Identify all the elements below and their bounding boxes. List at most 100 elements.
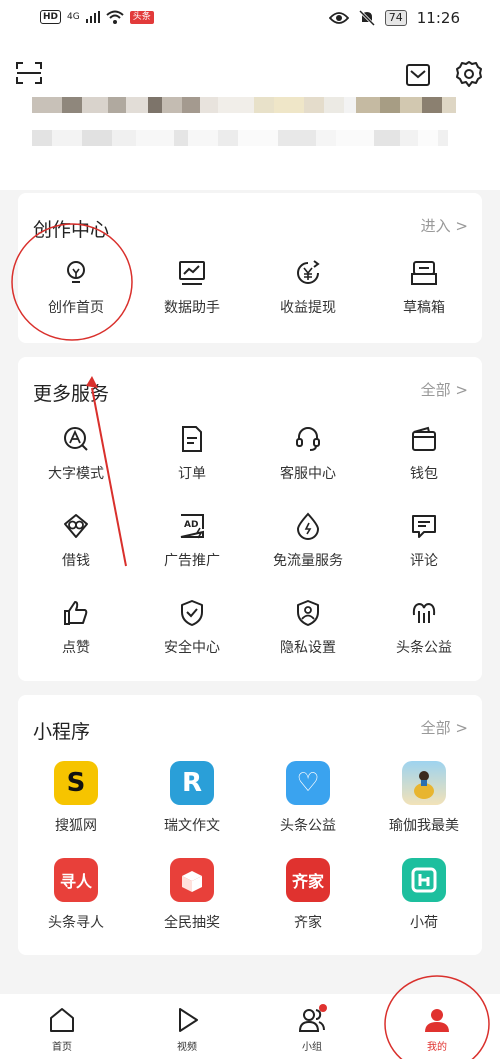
wifi-icon [106,10,124,24]
grid-item-label: 钱包 [410,466,438,482]
bulb-icon [67,261,85,283]
clock-time: 11:26 [416,9,460,27]
tab-label: 我的 [427,1042,447,1053]
grid-item-ad-promotion[interactable]: AD 广告推广 [134,512,250,570]
mini-program-label: 瑞文作文 [164,818,220,834]
mini-program-toutiao-find-person[interactable]: 寻人 头条寻人 [18,858,134,932]
grid-item-privacy-settings[interactable]: 隐私设置 [250,599,366,657]
grid-item-label: 订单 [178,466,206,482]
mini-program-label: 瑜伽我最美 [389,818,459,834]
chart-icon [179,261,205,285]
app-tag-badge: 头条 [129,10,154,24]
grid-item-security-center[interactable]: 安全中心 [134,599,250,657]
mini-programs-card: 小程序 全部 > S 搜狐网 R 瑞文作文 ♡ 头条公益 瑜伽我最美 寻人 头条… [18,695,482,955]
svg-text:AD: AD [184,520,198,530]
tab-home[interactable]: 首页 [17,1006,107,1053]
grid-item-label: 头条公益 [396,640,452,656]
data-drop-icon [296,512,320,540]
grid-item-label: 大字模式 [48,466,104,482]
network-indicator: 4G [67,12,80,22]
ruiwen-app-icon: R [170,761,214,805]
grid-item-label: 安全中心 [164,640,220,656]
mini-program-ruiwen[interactable]: R 瑞文作文 [134,761,250,835]
mini-program-label: 头条寻人 [48,915,104,931]
mini-program-toutiao-charity[interactable]: ♡ 头条公益 [250,761,366,835]
grid-item-customer-service[interactable]: 客服中心 [250,425,366,483]
shield-icon [181,600,203,626]
draft-icon [411,261,437,285]
grid-item-label: 创作首页 [48,300,104,316]
blurred-profile-info [32,97,456,113]
comment-icon [412,515,436,538]
mini-program-label: 头条公益 [280,818,336,834]
grid-item-earnings-withdraw[interactable]: 收益提现 [250,259,366,317]
tab-mine[interactable]: 我的 [392,1006,482,1053]
grid-item-large-font[interactable]: 大字模式 [18,425,134,483]
grid-item-charity[interactable]: 头条公益 [366,599,482,657]
mini-program-label: 齐家 [294,915,322,931]
ad-icon: AD [180,514,204,539]
grid-item-label: 借钱 [62,553,90,569]
creator-center-enter-link[interactable]: 进入 > [421,215,468,236]
notification-dot [319,1004,327,1012]
grid-item-creator-home[interactable]: 创作首页 [18,259,134,317]
mini-program-xiaohe[interactable]: 小荷 [366,858,482,932]
mail-icon[interactable] [405,62,431,88]
grid-item-label: 免流量服务 [273,553,343,569]
mini-program-sohu[interactable]: S 搜狐网 [18,761,134,835]
more-services-title: 更多服务 [33,383,110,405]
large-font-icon [64,427,88,451]
mini-program-lottery[interactable]: 全民抽奖 [134,858,250,932]
grid-item-label: 评论 [410,553,438,569]
grid-item-label: 隐私设置 [280,640,336,656]
order-icon [182,426,202,452]
grid-item-label: 草稿箱 [403,300,445,316]
grid-item-drafts[interactable]: 草稿箱 [366,259,482,317]
status-bar: HD 4G 头条 74 11:26 [0,0,500,40]
grid-item-wallet[interactable]: 钱包 [366,425,482,483]
grid-item-likes[interactable]: 点赞 [18,599,134,657]
sohu-app-icon: S [54,761,98,805]
mini-program-yoga[interactable]: 瑜伽我最美 [366,761,482,835]
grid-item-label: 收益提现 [280,300,336,316]
mini-program-label: 小荷 [410,915,438,931]
bottom-tab-bar: 首页 视频 小组 我的 [0,994,500,1059]
mute-bell-icon [358,10,375,26]
person-icon [425,1009,449,1032]
status-left: HD 4G 头条 [40,10,154,24]
grid-item-label: 数据助手 [164,300,220,316]
grid-item-label: 广告推广 [164,553,220,569]
grid-item-orders[interactable]: 订单 [134,425,250,483]
signal-icon [85,11,100,23]
qijia-app-icon: 齐家 [286,858,330,902]
tab-label: 小组 [302,1042,322,1053]
mini-program-qijia[interactable]: 齐家 齐家 [250,858,366,932]
yoga-app-icon [402,761,446,805]
creator-center-title: 创作中心 [33,219,110,241]
scan-icon[interactable] [16,62,42,84]
tab-group[interactable]: 小组 [267,1004,357,1053]
gear-icon[interactable] [455,60,483,88]
more-services-all-link[interactable]: 全部 > [421,379,468,400]
more-services-card: 更多服务 全部 > 大字模式 订单 客服中心 钱包 借钱 AD 广告推广 免流量… [18,357,482,681]
loan-icon [64,514,88,538]
grid-item-borrow[interactable]: 借钱 [18,512,134,570]
privacy-icon [297,600,319,626]
mini-programs-title: 小程序 [33,721,91,743]
status-right: 74 11:26 [328,9,460,27]
yuan-icon [297,260,320,284]
grid-item-label: 点赞 [62,640,90,656]
grid-item-comments[interactable]: 评论 [366,512,482,570]
heart-app-icon: ♡ [286,761,330,805]
home-icon [50,1008,74,1032]
grid-item-free-data[interactable]: 免流量服务 [250,512,366,570]
mini-programs-all-link[interactable]: 全部 > [421,717,468,738]
xiaohe-app-icon [402,858,446,902]
tab-video[interactable]: 视频 [142,1006,232,1053]
hd-indicator: HD [40,10,62,24]
grid-item-data-assistant[interactable]: 数据助手 [134,259,250,317]
grid-item-label: 客服中心 [280,466,336,482]
blurred-profile-stats [32,130,448,146]
battery-indicator: 74 [384,10,407,26]
profile-header [0,40,500,190]
